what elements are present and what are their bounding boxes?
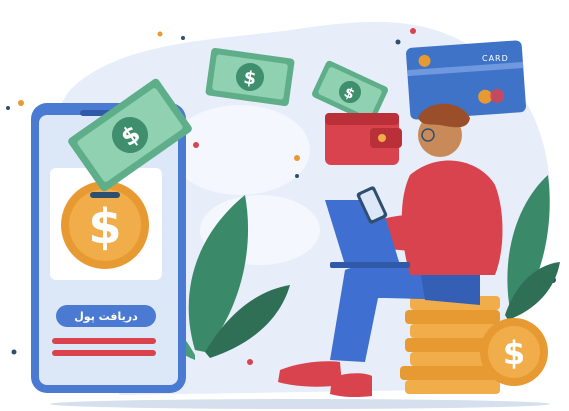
credit-card-icon bbox=[406, 40, 526, 120]
ground-shadow bbox=[50, 399, 550, 409]
svg-text:$: $ bbox=[88, 199, 121, 255]
svg-text:$: $ bbox=[503, 334, 525, 372]
wallet-icon bbox=[325, 113, 402, 165]
receive-money-button[interactable]: دریافت پول bbox=[56, 305, 156, 327]
dollar-coin-icon: $ bbox=[61, 181, 149, 269]
shoe bbox=[330, 373, 372, 398]
card-label: CARD bbox=[482, 54, 509, 63]
cloud-shape bbox=[170, 105, 310, 195]
